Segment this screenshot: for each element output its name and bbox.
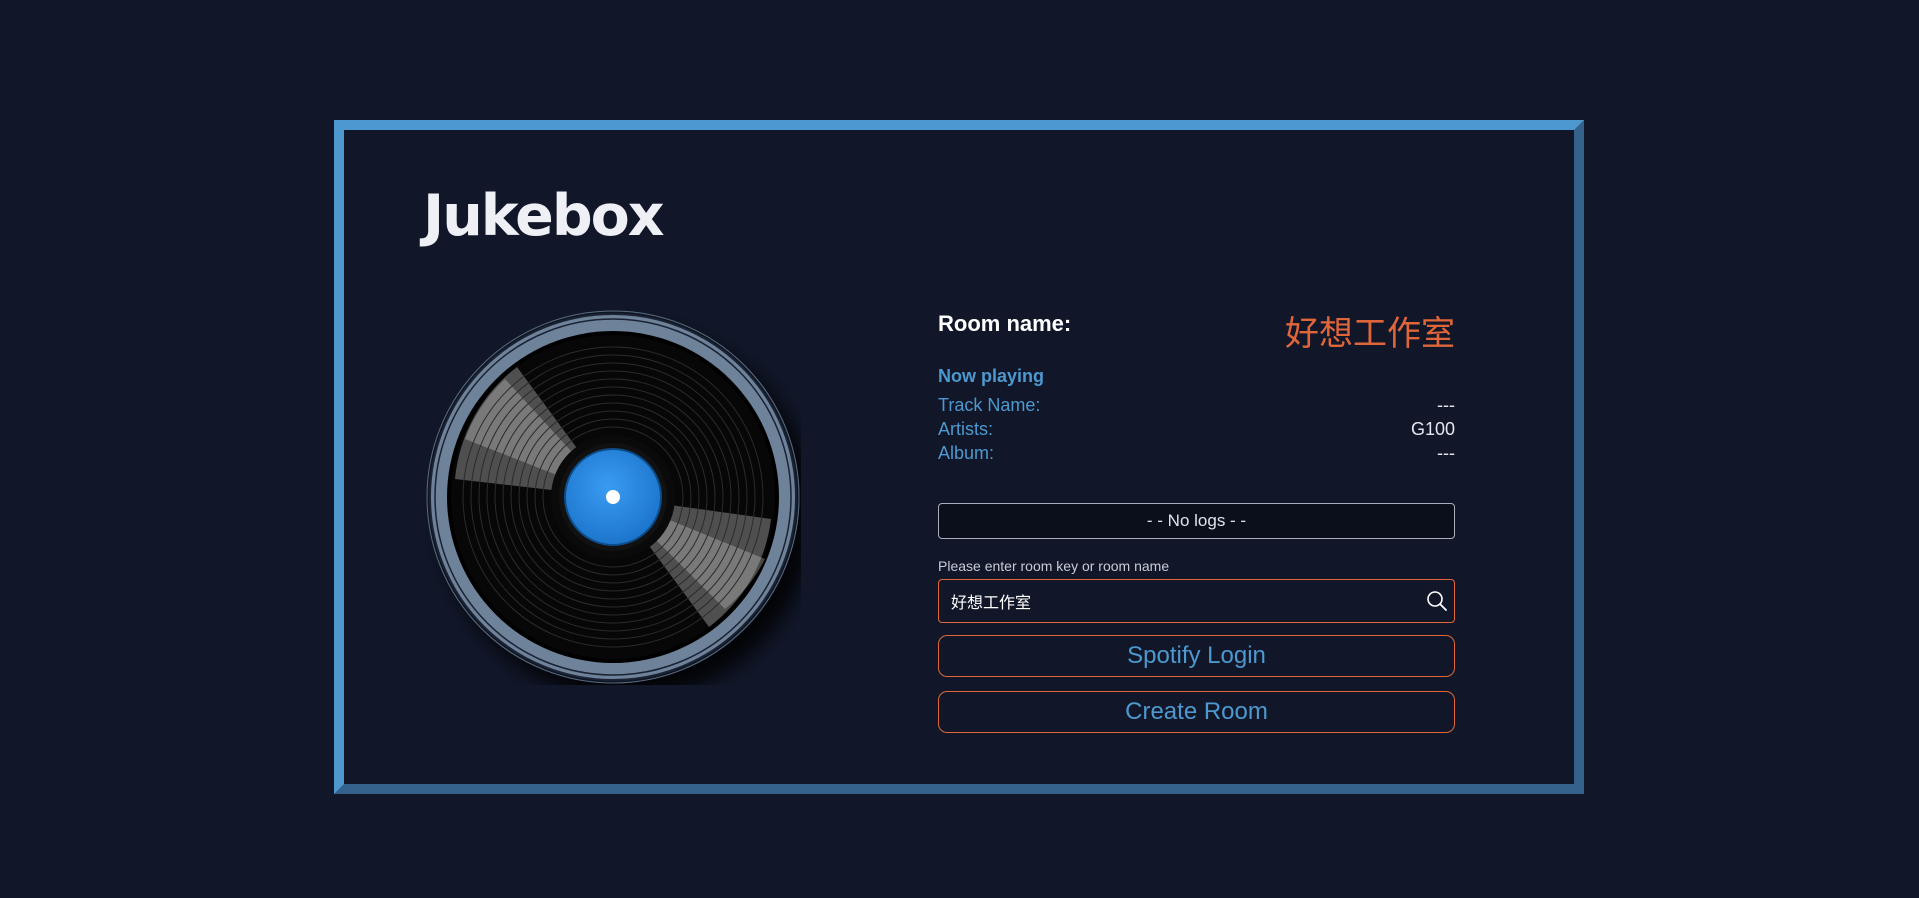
logs-panel: - - No logs - - (938, 503, 1455, 539)
album-row: Album: --- (938, 441, 1455, 465)
album-label: Album: (938, 443, 995, 463)
track-name-value: --- (1437, 395, 1455, 415)
vinyl-record-image (425, 309, 801, 685)
search-icon[interactable] (1426, 590, 1448, 612)
track-name-label: Track Name: (938, 395, 1041, 415)
room-search-box (938, 579, 1455, 623)
artists-label: Artists: (938, 419, 994, 439)
artists-value: G100 (1410, 419, 1455, 439)
album-value: --- (1437, 443, 1455, 463)
track-name-row: Track Name: --- (938, 393, 1455, 417)
room-search-hint: Please enter room key or room name (938, 558, 1170, 574)
now-playing-heading: Now playing (938, 366, 1045, 386)
room-search-input[interactable] (951, 580, 1411, 622)
app-title: Jukebox (423, 183, 665, 249)
create-room-button[interactable]: Create Room (938, 691, 1455, 733)
spotify-login-button[interactable]: Spotify Login (938, 635, 1455, 677)
room-name-value: 好想工作室 (1285, 314, 1455, 354)
room-name-label: Room name: (938, 311, 1072, 336)
artists-row: Artists: G100 (938, 417, 1455, 441)
